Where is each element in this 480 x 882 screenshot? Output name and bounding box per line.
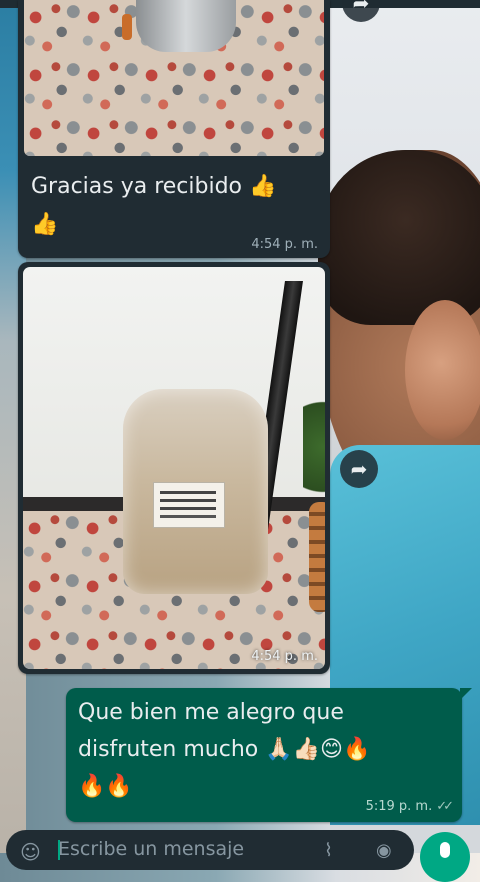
forward-button[interactable]: ➦ <box>340 450 378 488</box>
message-caption: Gracias ya recibido 👍 👍 <box>31 168 321 244</box>
message-time: 5:19 p. m. ✓✓ <box>365 799 454 814</box>
message-time: 4:54 p. m. <box>251 237 318 252</box>
photo-planter <box>309 502 325 612</box>
forward-icon: ➦ <box>352 0 370 15</box>
photo-shipping-label <box>153 482 225 528</box>
forward-icon: ➦ <box>350 457 368 481</box>
message-incoming-1[interactable]: Gracias ya recibido 👍 👍 4:54 p. m. <box>18 0 330 258</box>
message-time-text: 5:19 p. m. <box>365 799 433 814</box>
message-text-line-1: Que bien me alegro que <box>78 700 344 725</box>
message-text: Que bien me alegro que disfruten mucho 🙏… <box>78 694 448 805</box>
message-photo-floor[interactable] <box>24 0 324 156</box>
photo-wooden-stick <box>122 14 132 40</box>
microphone-icon <box>440 842 450 858</box>
emoji-icon[interactable]: ☺ <box>20 840 41 864</box>
double-check-icon: ✓✓ <box>436 799 454 814</box>
paperclip-icon[interactable]: ⌇ <box>324 840 333 861</box>
microphone-button[interactable] <box>420 832 470 882</box>
caption-line-1: Gracias ya recibido 👍 <box>31 174 277 199</box>
text-cursor <box>58 840 60 860</box>
message-input[interactable]: Escribe un mensaje <box>58 838 244 860</box>
message-incoming-2[interactable]: 4:54 p. m. <box>18 262 330 674</box>
photo-plant <box>303 387 325 507</box>
camera-icon[interactable]: ◉ <box>376 840 392 861</box>
message-photo-package[interactable] <box>23 267 325 669</box>
wallpaper-baby-hair <box>318 150 480 325</box>
photo-metal-pot <box>136 0 236 52</box>
message-outgoing-1[interactable]: Que bien me alegro que disfruten mucho 🙏… <box>66 688 472 822</box>
message-time: 4:54 p. m. <box>251 649 318 664</box>
bubble-tail <box>460 688 472 700</box>
message-text-line-2: disfruten mucho 🙏🏻👍🏻😊🔥 <box>78 737 371 762</box>
message-input-bar[interactable]: ☺ Escribe un mensaje ⌇ ◉ <box>6 830 414 870</box>
wallpaper-baby-ear <box>405 300 480 440</box>
